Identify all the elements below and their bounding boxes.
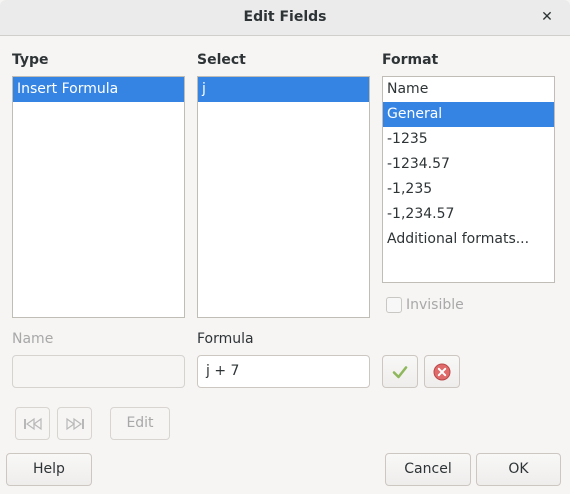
skip-first-icon (23, 417, 42, 431)
invisible-label: Invisible (406, 297, 464, 313)
name-field[interactable] (12, 355, 185, 388)
help-button[interactable]: Help (6, 453, 92, 486)
formula-label: Formula (197, 331, 254, 347)
skip-last-icon (65, 417, 84, 431)
apply-formula-button[interactable] (382, 355, 418, 388)
formula-field[interactable]: j + 7 (197, 355, 370, 388)
select-list[interactable]: j (197, 76, 370, 318)
format-item-1-235[interactable]: -1,235 (383, 177, 554, 202)
format-item-1235[interactable]: -1235 (383, 127, 554, 152)
invisible-checkbox[interactable] (386, 297, 402, 313)
first-record-button[interactable] (15, 407, 50, 440)
cancel-formula-button[interactable] (424, 355, 460, 388)
cancel-icon (433, 363, 451, 381)
type-item-insert-formula[interactable]: Insert Formula (13, 77, 184, 102)
select-label: Select (197, 52, 246, 68)
format-label: Format (382, 52, 439, 68)
dialog-title: Edit Fields (243, 9, 327, 25)
invisible-checkbox-row[interactable]: Invisible (386, 297, 464, 317)
close-icon[interactable]: ✕ (538, 8, 556, 26)
name-label: Name (12, 331, 54, 347)
last-record-button[interactable] (57, 407, 92, 440)
format-item-1234-57[interactable]: -1234.57 (383, 152, 554, 177)
select-item-j[interactable]: j (198, 77, 369, 102)
checkmark-icon (392, 366, 408, 379)
title-bar: Edit Fields ✕ (0, 0, 570, 36)
edit-button[interactable]: Edit (110, 407, 170, 440)
format-item-1-234-57[interactable]: -1,234.57 (383, 202, 554, 227)
cancel-button[interactable]: Cancel (385, 453, 471, 486)
ok-button[interactable]: OK (476, 453, 561, 486)
format-list[interactable]: Name General -1235 -1234.57 -1,235 -1,23… (382, 76, 555, 283)
type-list[interactable]: Insert Formula (12, 76, 185, 318)
format-item-name[interactable]: Name (383, 77, 554, 102)
format-item-general[interactable]: General (383, 102, 554, 127)
format-item-additional-formats[interactable]: Additional formats... (383, 227, 554, 252)
type-label: Type (12, 52, 49, 68)
